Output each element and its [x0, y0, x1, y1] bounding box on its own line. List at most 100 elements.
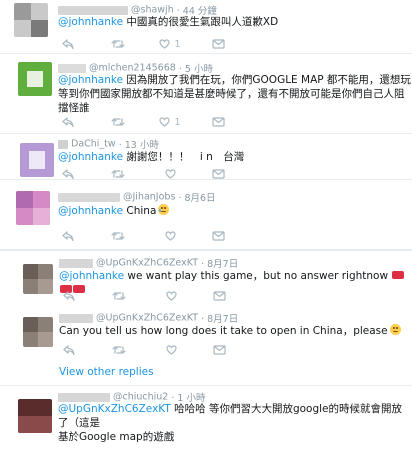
display-name-blurred[interactable] [58, 139, 68, 149]
retweet-icon [111, 39, 125, 49]
tweet-text: @johnhanke China [58, 204, 170, 218]
reply-tweet[interactable]: @UpGnKxZhC6ZexKT · 8月7日 @johnhanke we wa… [0, 250, 412, 306]
tweet-header: @UpGnKxZhC6ZexKT · 8月7日 [59, 311, 238, 325]
user-handle[interactable]: DaChi_tw [71, 139, 116, 150]
reply-icon [62, 230, 74, 242]
like-icon [164, 169, 176, 179]
tweet-text: @johnhanke 謝謝您！！！ i n 台灣 [58, 150, 244, 164]
like-button[interactable]: 1 [159, 115, 181, 129]
reply-button[interactable] [58, 115, 78, 129]
tweet-actions [58, 167, 238, 181]
view-other-replies-link[interactable]: View other replies [59, 366, 154, 378]
message-icon [211, 169, 225, 179]
like-icon [159, 39, 171, 49]
avatar[interactable] [16, 191, 50, 225]
avatar-pixel [14, 3, 31, 20]
retweet-button[interactable] [109, 289, 129, 303]
like-icon [165, 291, 177, 301]
tweet-header: DaChi_tw · 13 小時 [58, 137, 159, 151]
user-handle[interactable]: @UpGnKxZhC6ZexKT [96, 258, 198, 269]
user-handle[interactable]: @JihanJobs [123, 192, 175, 203]
avatar-pixel [33, 208, 50, 225]
avatar[interactable] [23, 317, 53, 347]
mention-link[interactable]: @johnhanke [58, 74, 123, 86]
avatar-pixel [23, 264, 38, 279]
like-count: 1 [174, 38, 181, 50]
like-count: 1 [174, 116, 181, 128]
message-icon [211, 231, 225, 241]
avatar[interactable] [14, 3, 48, 37]
retweet-icon [112, 345, 126, 355]
reply-tweet[interactable]: @shawjh · 44 分鐘 @johnhanke 中國真的很愛生氣跟叫人道歉… [0, 0, 412, 54]
like-button[interactable]: 1 [159, 37, 181, 51]
user-handle[interactable]: @shawjh [131, 5, 174, 16]
tweet-actions [59, 289, 239, 303]
tweet-text-content: we want play this game，but no answer rig… [124, 270, 389, 282]
reply-button[interactable] [59, 343, 79, 357]
avatar-pixel [38, 332, 53, 347]
avatar-pixel [29, 151, 45, 169]
mention-link[interactable]: @johnhanke [59, 270, 124, 282]
like-button[interactable] [161, 343, 181, 357]
mention-link[interactable]: @johnhanke [58, 205, 123, 217]
like-button[interactable] [161, 289, 181, 303]
reply-button[interactable] [58, 167, 78, 181]
retweet-icon [111, 117, 125, 127]
tweet-text: Can you tell us how long does it take to… [59, 324, 401, 338]
reply-tweet[interactable]: @mlchen2145668 · 5 小時 @johnhanke 因為開放了我們… [0, 54, 412, 134]
reply-button[interactable] [58, 229, 78, 243]
tweet-actions: 1 [58, 37, 238, 51]
mention-link[interactable]: @johnhanke [58, 151, 123, 163]
retweet-button[interactable] [109, 343, 129, 357]
user-handle[interactable]: @mlchen2145668 [89, 63, 176, 74]
like-icon [165, 345, 177, 355]
retweet-icon [111, 231, 125, 241]
tweet-text-line: 基於Google map的遊戲 [58, 431, 175, 443]
reply-button[interactable] [58, 37, 78, 51]
tweet-text-content: 中國真的很愛生氣跟叫人道歉XD [123, 16, 279, 28]
mention-link[interactable]: @johnhanke [58, 16, 123, 28]
message-button[interactable] [208, 229, 228, 243]
reply-tweet[interactable]: @chiuchiu2 · 1 小時 @UpGnKxZhC6ZexKT 哈哈哈 等… [0, 385, 412, 458]
avatar[interactable] [18, 399, 52, 433]
display-name-blurred[interactable] [58, 5, 128, 15]
message-icon [212, 345, 226, 355]
avatar[interactable] [23, 264, 53, 294]
reply-icon [62, 38, 74, 50]
retweet-button[interactable] [108, 37, 128, 51]
message-button[interactable] [209, 289, 229, 303]
message-button[interactable] [208, 115, 228, 129]
message-button[interactable] [208, 167, 228, 181]
reply-icon [63, 344, 75, 356]
display-name-blurred[interactable] [58, 192, 120, 202]
reply-icon [62, 168, 74, 180]
avatar[interactable] [20, 143, 54, 177]
display-name-blurred[interactable] [58, 63, 86, 73]
timestamp[interactable]: · 8月6日 [178, 193, 215, 204]
tweet-header: @JihanJobs · 8月6日 [58, 190, 216, 204]
mention-link[interactable]: @UpGnKxZhC6ZexKT [58, 403, 171, 415]
reply-tweet[interactable]: @UpGnKxZhC6ZexKT · 8月7日 Can you tell us … [0, 306, 412, 358]
like-button[interactable] [160, 167, 180, 181]
retweet-button[interactable] [108, 167, 128, 181]
display-name-blurred[interactable] [58, 392, 110, 402]
message-icon [211, 39, 225, 49]
message-icon [212, 291, 226, 301]
avatar-pixel [27, 71, 43, 87]
avatar-pixel [23, 317, 38, 332]
message-button[interactable] [209, 343, 229, 357]
retweet-button[interactable] [108, 229, 128, 243]
like-button[interactable] [160, 229, 180, 243]
display-name-blurred[interactable] [59, 313, 93, 323]
reply-icon [62, 116, 74, 128]
user-handle[interactable]: @UpGnKxZhC6ZexKT [96, 313, 198, 324]
user-handle[interactable]: @chiuchiu2 [113, 392, 168, 403]
display-name-blurred[interactable] [59, 258, 93, 268]
avatar[interactable] [18, 62, 52, 96]
retweet-icon [112, 291, 126, 301]
reply-button[interactable] [59, 289, 79, 303]
reply-tweet[interactable]: DaChi_tw · 13 小時 @johnhanke 謝謝您！！！ i n 台… [0, 134, 412, 180]
retweet-button[interactable] [108, 115, 128, 129]
message-button[interactable] [208, 37, 228, 51]
reply-tweet[interactable]: @JihanJobs · 8月6日 @johnhanke China [0, 180, 412, 250]
